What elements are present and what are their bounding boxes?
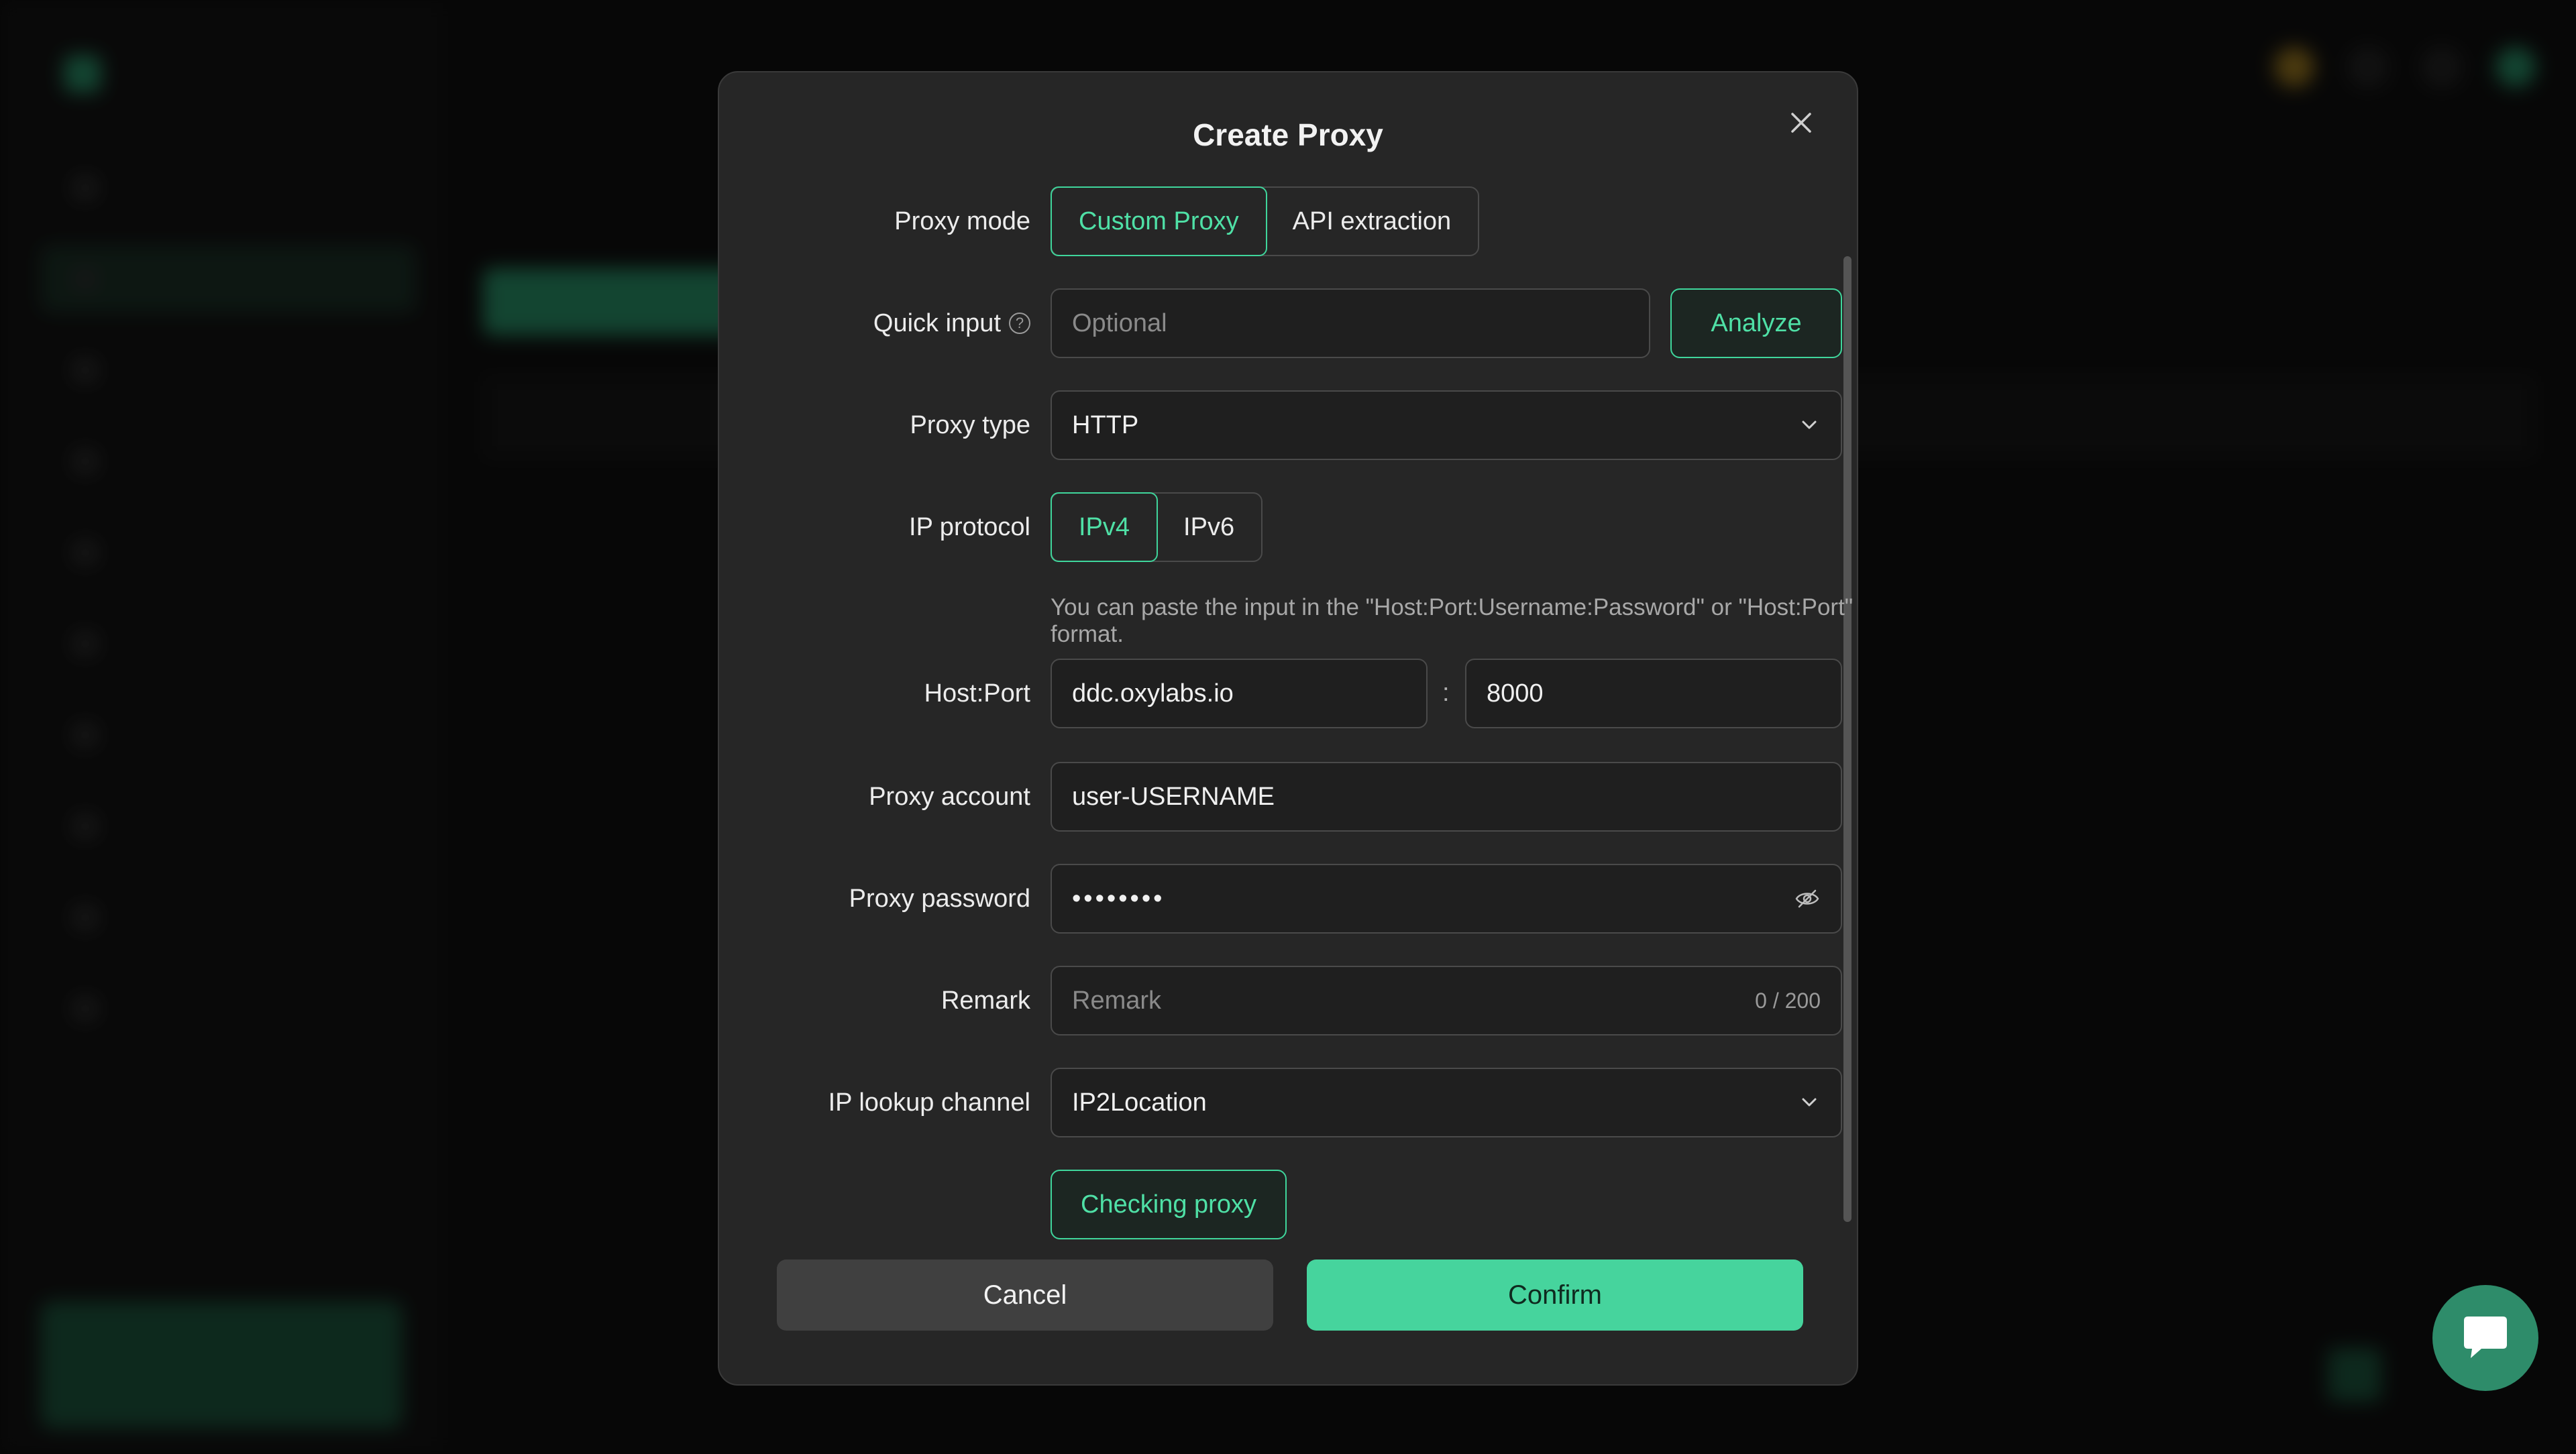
proxy-password-value: ••••••••	[1072, 884, 1165, 913]
ip-lookup-row: IP lookup channel IP2Location	[777, 1068, 1850, 1137]
host-port-label: Host:Port	[924, 679, 1030, 708]
proxy-type-label: Proxy type	[910, 410, 1030, 439]
remark-placeholder: Remark	[1072, 986, 1162, 1015]
port-input[interactable]: 8000	[1465, 659, 1842, 728]
host-port-separator: :	[1442, 679, 1450, 707]
ip-lookup-select[interactable]: IP2Location	[1051, 1068, 1842, 1137]
chat-support-button[interactable]	[2432, 1285, 2538, 1391]
proxy-password-row: Proxy password ••••••••	[777, 864, 1850, 934]
quick-input-label: Quick input	[873, 309, 1001, 337]
remark-label: Remark	[941, 986, 1030, 1015]
remark-input[interactable]: Remark 0 / 200	[1051, 966, 1842, 1036]
quick-input-label-wrap: Quick input ?	[777, 288, 1030, 358]
port-value: 8000	[1487, 679, 1544, 708]
proxy-mode-row: Proxy mode Custom Proxy API extraction	[777, 186, 1850, 256]
proxy-account-value: user-USERNAME	[1072, 782, 1275, 811]
host-input[interactable]: ddc.oxylabs.io	[1051, 659, 1428, 728]
remark-row: Remark Remark 0 / 200	[777, 966, 1850, 1036]
checking-proxy-button[interactable]: Checking proxy	[1051, 1170, 1287, 1239]
host-port-hint: You can paste the input in the "Host:Por…	[1051, 594, 1854, 647]
proxy-type-select[interactable]: HTTP	[1051, 390, 1842, 460]
remark-char-counter: 0 / 200	[1755, 988, 1821, 1013]
chevron-down-icon	[1798, 1091, 1821, 1114]
proxy-mode-api-option[interactable]: API extraction	[1266, 188, 1479, 255]
proxy-mode-segmented: Custom Proxy API extraction	[1051, 186, 1480, 256]
close-button[interactable]	[1778, 99, 1825, 146]
chat-bubble-icon	[2464, 1317, 2507, 1358]
proxy-mode-label: Proxy mode	[894, 207, 1030, 235]
confirm-button[interactable]: Confirm	[1307, 1260, 1803, 1331]
ip-protocol-ipv6-option[interactable]: IPv6	[1157, 494, 1261, 561]
host-port-row: Host:Port ddc.oxylabs.io : 8000	[777, 659, 1850, 728]
proxy-account-label: Proxy account	[869, 782, 1030, 811]
quick-input-row: Quick input ? Optional Analyze	[777, 288, 1850, 358]
ip-protocol-ipv4-option[interactable]: IPv4	[1051, 492, 1159, 562]
proxy-account-input[interactable]: user-USERNAME	[1051, 762, 1842, 832]
quick-input-placeholder: Optional	[1072, 309, 1167, 337]
proxy-password-input[interactable]: ••••••••	[1051, 864, 1842, 934]
ip-lookup-value: IP2Location	[1072, 1088, 1207, 1117]
close-icon	[1791, 113, 1811, 133]
create-proxy-dialog: Create Proxy Proxy mode Custom Proxy API…	[718, 71, 1858, 1386]
eye-off-icon[interactable]	[1794, 885, 1821, 912]
ip-protocol-segmented: IPv4 IPv6	[1051, 492, 1263, 562]
analyze-button[interactable]: Analyze	[1670, 288, 1842, 358]
host-value: ddc.oxylabs.io	[1072, 679, 1234, 708]
ip-lookup-label: IP lookup channel	[828, 1088, 1030, 1117]
chevron-down-icon	[1798, 414, 1821, 437]
proxy-type-row: Proxy type HTTP	[777, 390, 1850, 460]
ip-protocol-label: IP protocol	[909, 512, 1030, 541]
cancel-button[interactable]: Cancel	[777, 1260, 1273, 1331]
ip-protocol-row: IP protocol IPv4 IPv6	[777, 492, 1850, 562]
proxy-account-row: Proxy account user-USERNAME	[777, 762, 1850, 832]
question-circle-icon[interactable]: ?	[1009, 313, 1030, 334]
dialog-title: Create Proxy	[1193, 117, 1383, 152]
quick-input-field[interactable]: Optional	[1051, 288, 1650, 358]
proxy-mode-custom-option[interactable]: Custom Proxy	[1051, 186, 1267, 256]
proxy-type-value: HTTP	[1072, 410, 1139, 439]
proxy-password-label: Proxy password	[849, 884, 1030, 913]
